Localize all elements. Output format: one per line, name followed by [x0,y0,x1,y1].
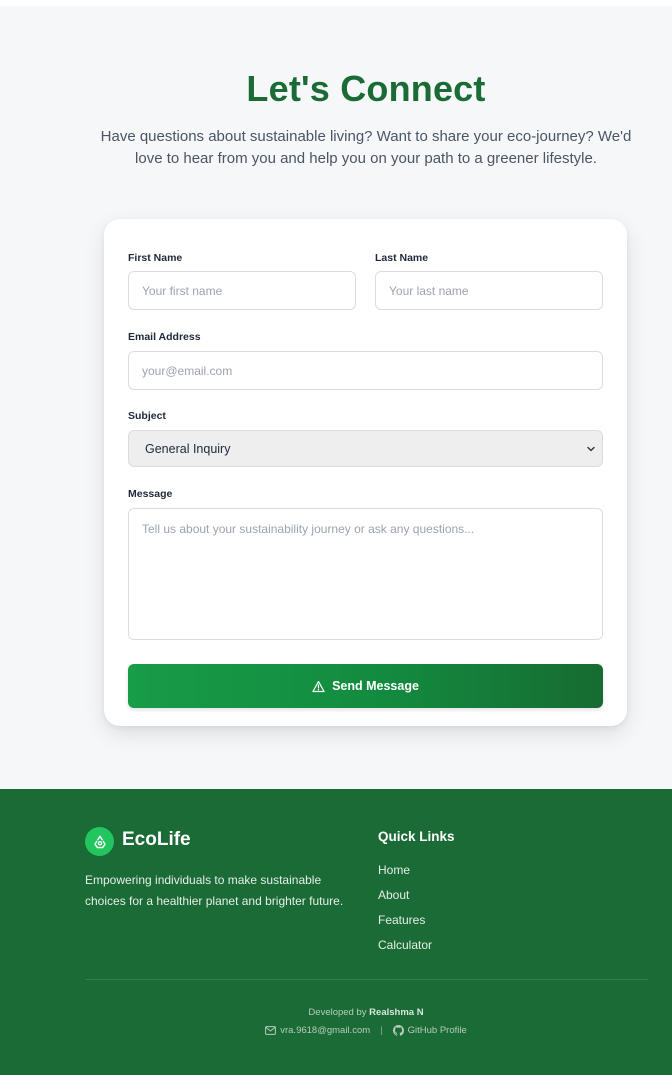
page-title: Let's Connect [246,68,486,109]
footer-divider [85,979,648,980]
send-message-label: Send Message [332,679,419,693]
github-icon [392,1025,404,1036]
contact-separator: | [380,1025,383,1036]
email-text: vra.9618@gmail.com [280,1025,371,1036]
footer-link-about[interactable]: About [378,888,409,902]
developer-name: Realshma N [369,1007,424,1018]
message-field[interactable] [128,508,603,640]
last-name-label: Last Name [375,252,429,264]
warning-triangle-icon [312,680,325,692]
brand-logo[interactable] [85,827,114,856]
contact-links: vra.9618@gmail.com | GitHub Profile [0,1025,672,1036]
developed-by-text: Developed by [308,1007,367,1018]
brand-description: Empowering individuals to make sustainab… [85,873,344,908]
brand-name[interactable]: EcoLife [122,829,191,851]
footer: EcoLife Empowering individuals to make s… [0,789,672,1075]
email-field[interactable] [128,351,603,390]
github-link[interactable]: GitHub Profile [392,1025,467,1036]
first-name-field[interactable] [128,271,356,310]
subject-label: Subject [128,410,166,422]
contact-form-card: First Name Last Name Email Address Subje… [104,219,627,726]
footer-link-home[interactable]: Home [378,863,410,877]
mail-icon [265,1026,277,1035]
send-message-button[interactable]: Send Message [128,664,603,708]
recycle-icon [93,835,106,848]
page: Let's Connect Have questions about susta… [0,0,672,1075]
subject-select-value: General Inquiry [145,441,231,456]
email-label: Email Address [128,331,201,343]
message-label: Message [128,488,173,500]
contact-section: Let's Connect Have questions about susta… [0,6,672,789]
email-link[interactable]: vra.9618@gmail.com [265,1025,370,1036]
footer-link-features[interactable]: Features [378,913,425,927]
developer-credit: Developed by Realshma N [0,1007,672,1018]
last-name-field[interactable] [375,271,603,310]
first-name-label: First Name [128,252,183,264]
chevron-down-icon [587,446,595,452]
page-subtitle: Have questions about sustainable living?… [100,128,632,167]
quick-links-heading: Quick Links [378,829,455,844]
footer-link-calculator[interactable]: Calculator [378,938,432,952]
subject-select[interactable]: General Inquiry [128,430,603,467]
github-text: GitHub Profile [407,1025,467,1036]
